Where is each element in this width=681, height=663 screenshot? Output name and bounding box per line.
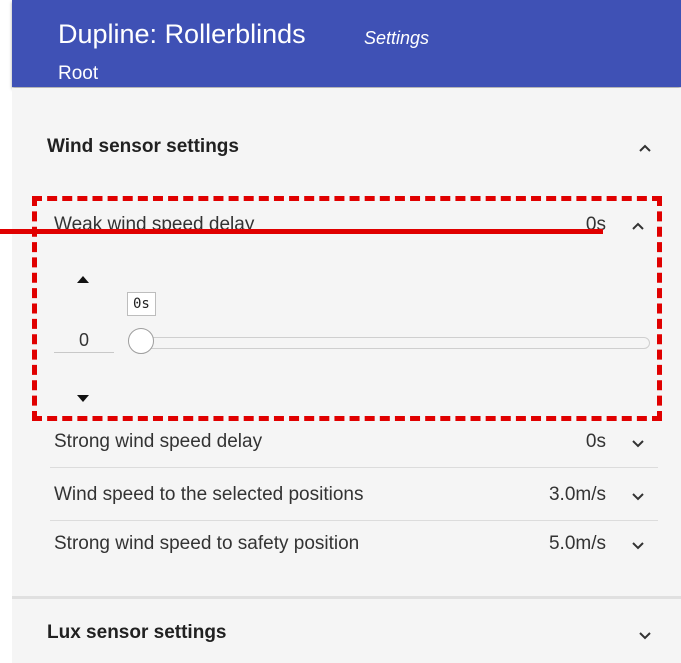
lux-section-title: Lux sensor settings — [47, 622, 227, 643]
list-item[interactable]: Strong wind speed delay 0s — [50, 419, 658, 468]
wind-section-header[interactable]: Wind sensor settings — [12, 118, 681, 178]
chevron-down-icon[interactable] — [628, 535, 648, 555]
item-label: Strong wind speed to safety position — [54, 533, 360, 554]
chevron-down-icon[interactable] — [628, 486, 648, 506]
slider-track[interactable] — [142, 337, 650, 349]
lux-section-header[interactable]: Lux sensor settings — [12, 596, 681, 663]
item-value: 0s — [585, 431, 606, 452]
page: Dupline: Rollerblinds Settings Root Wind… — [0, 0, 681, 663]
weak-wind-delay-panel: Weak wind speed delay 0s 0 0s — [50, 194, 658, 420]
settings-card: Wind sensor settings Weak wind speed del… — [12, 88, 681, 663]
chevron-down-icon[interactable] — [628, 433, 648, 453]
item-label: Strong wind speed delay — [54, 431, 263, 452]
item-value: 3.0m/s — [548, 484, 606, 505]
wind-section-title: Wind sensor settings — [47, 136, 239, 157]
app-title: Dupline: Rollerblinds — [58, 19, 306, 49]
triangle-up-icon[interactable] — [74, 272, 92, 286]
delay-number-input[interactable]: 0 — [54, 324, 114, 353]
triangle-down-icon[interactable] — [74, 392, 92, 406]
app-header: Dupline: Rollerblinds Settings Root — [12, 0, 681, 87]
list-item[interactable]: Wind speed to the selected positions 3.0… — [50, 472, 658, 521]
slider-tooltip: 0s — [127, 292, 156, 316]
breadcrumb[interactable]: Root — [58, 63, 98, 85]
delay-number-value: 0 — [78, 330, 89, 350]
weak-wind-delay-label: Weak wind speed delay — [54, 214, 255, 235]
item-value: 5.0m/s — [548, 533, 606, 554]
list-item[interactable]: Strong wind speed to safety position 5.0… — [50, 521, 658, 569]
settings-link[interactable]: Settings — [364, 27, 429, 49]
item-label: Wind speed to the selected positions — [54, 484, 364, 505]
chevron-down-icon[interactable] — [635, 625, 655, 645]
slider-thumb[interactable] — [128, 328, 154, 354]
chevron-up-icon[interactable] — [628, 216, 648, 236]
chevron-up-icon[interactable] — [635, 138, 655, 158]
weak-wind-delay-value: 0s — [585, 214, 606, 235]
